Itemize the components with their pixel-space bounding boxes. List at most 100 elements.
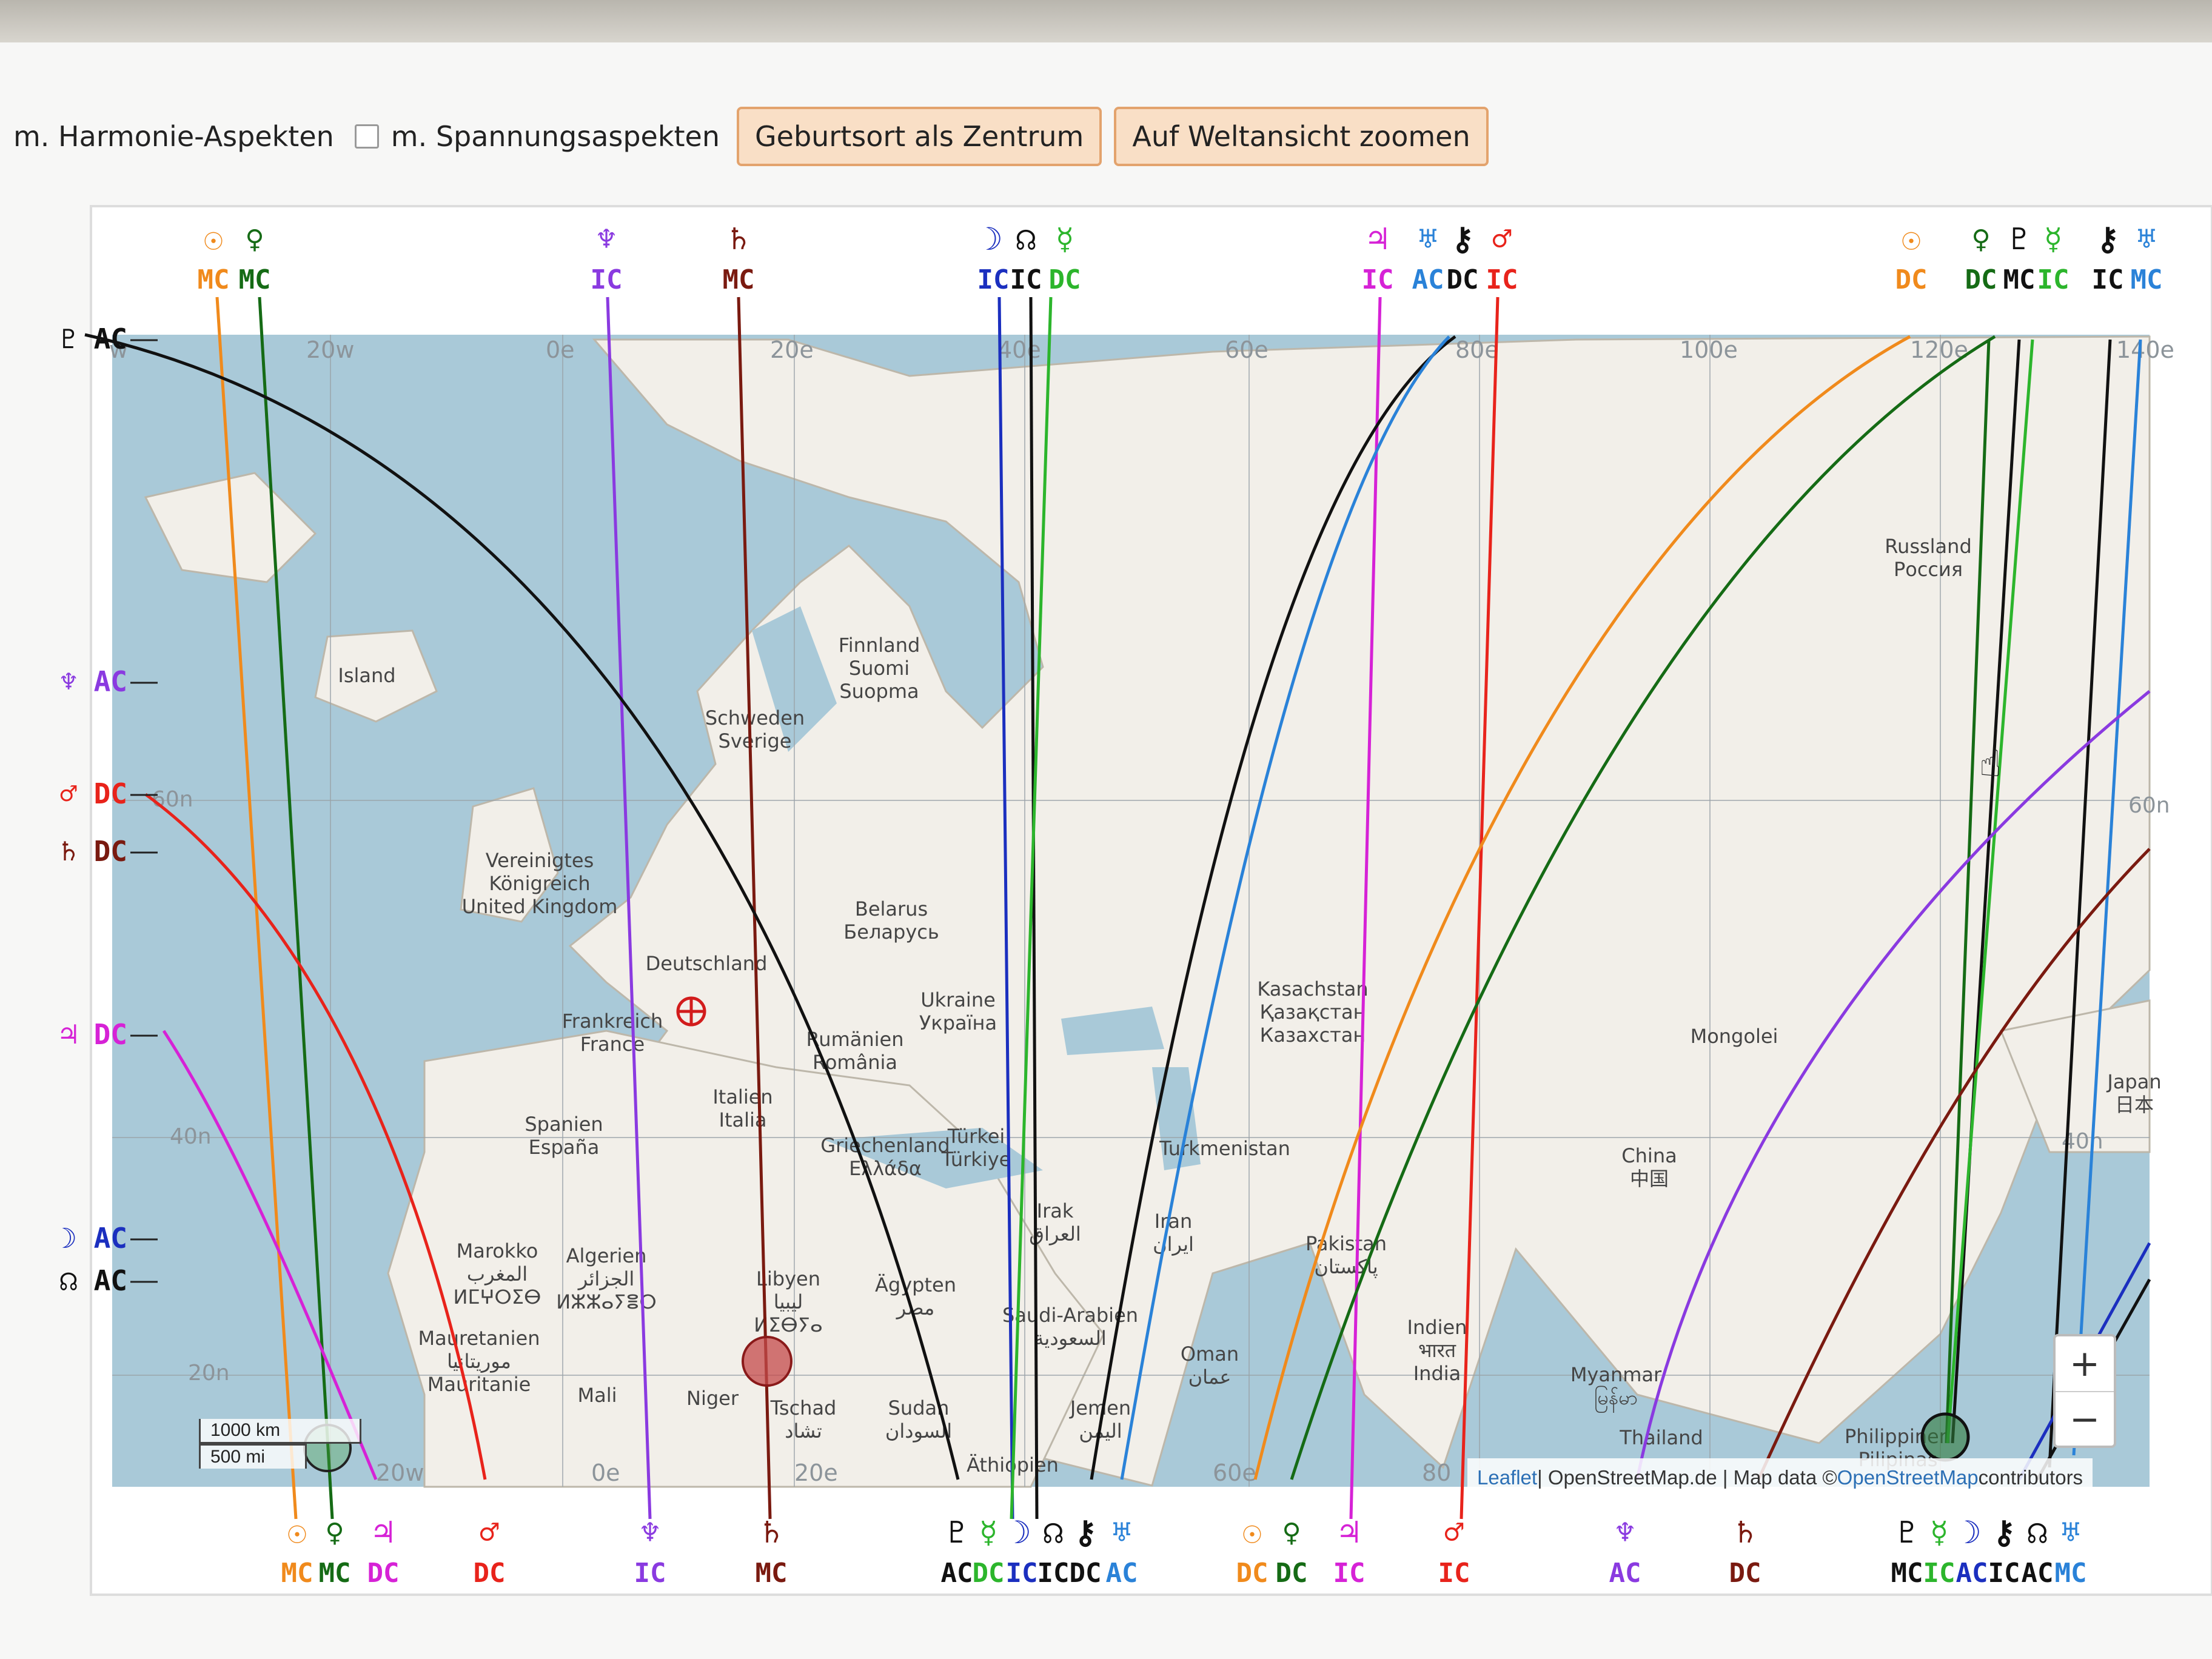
svg-text:MC: MC	[723, 264, 755, 295]
position-marker-red[interactable]	[742, 1336, 793, 1387]
zoom-in-button[interactable]: +	[2056, 1336, 2114, 1392]
hand-cursor-icon: ☝	[1979, 743, 2002, 785]
place-label: Schweden Sverige	[705, 706, 805, 752]
place-label: Ukraine Україна	[919, 988, 997, 1034]
longitude-label: 100e	[1680, 337, 1738, 363]
svg-text:MC: MC	[2003, 264, 2036, 295]
longitude-label: 60e	[1213, 1460, 1256, 1486]
longitude-label: 140e	[2116, 337, 2174, 363]
svg-text:DC: DC	[1070, 1558, 1102, 1589]
svg-text:MC: MC	[198, 264, 230, 295]
astro-map[interactable]: 60n40n20n60n40nw 20w 0e 20e 40e 60e 80e 100e 120…	[0, 0, 2212, 1659]
svg-text:DC: DC	[1965, 264, 1997, 295]
longitude-label: 0e	[591, 1460, 620, 1486]
svg-text:IC: IC	[1988, 1558, 2020, 1589]
place-label: Mali	[578, 1384, 617, 1407]
scale-mi: 500 mi	[199, 1444, 307, 1469]
svg-text:♄: ♄	[1735, 1515, 1754, 1551]
longitude-label: 80e	[1455, 337, 1499, 363]
longitude-label: 20e	[794, 1460, 838, 1486]
svg-text:AC: AC	[1609, 1558, 1641, 1589]
svg-text:♂: ♂	[1492, 221, 1511, 258]
svg-text:♀: ♀	[1971, 221, 1990, 258]
svg-text:⚷: ⚷	[1451, 221, 1474, 258]
svg-text:IC: IC	[1037, 1558, 1070, 1589]
latitude-label: 60n	[152, 787, 193, 812]
svg-text:♀: ♀	[325, 1515, 344, 1551]
attribution-tail: contributors	[1978, 1466, 2083, 1489]
moon-ac-label: ☽ AC	[60, 1222, 127, 1255]
svg-text:IC: IC	[977, 264, 1010, 295]
place-label: Italien Italia	[712, 1085, 773, 1131]
svg-text:MC: MC	[2131, 264, 2163, 295]
place-label: Oman عمان	[1181, 1342, 1239, 1389]
svg-text:♃: ♃	[374, 1515, 392, 1551]
svg-text:☊: ☊	[1044, 1515, 1063, 1551]
svg-text:☉: ☉	[1902, 221, 1920, 258]
svg-text:☉: ☉	[287, 1515, 306, 1551]
position-marker-green[interactable]	[1920, 1412, 1970, 1462]
svg-text:MC: MC	[281, 1558, 313, 1589]
svg-text:☿: ☿	[1929, 1515, 1948, 1551]
svg-text:DC: DC	[367, 1558, 400, 1589]
svg-text:♃: ♃	[1339, 1515, 1358, 1551]
svg-text:☽: ☽	[1012, 1515, 1031, 1551]
svg-text:☊: ☊	[2028, 1515, 2047, 1551]
svg-text:IC: IC	[1486, 264, 1518, 295]
svg-text:♅: ♅	[1112, 1515, 1131, 1551]
svg-text:♃ DC: ♃ DC	[60, 1018, 127, 1051]
longitude-label: 60e	[1225, 337, 1269, 363]
place-label: China 中国	[1621, 1144, 1677, 1190]
svg-text:AC: AC	[1412, 264, 1444, 295]
scale-km: 1000 km	[199, 1419, 361, 1444]
scale-bar: 1000 km 500 mi	[199, 1419, 361, 1469]
longitude-label: 20e	[770, 337, 814, 363]
svg-text:DC: DC	[1447, 264, 1479, 295]
svg-text:IC: IC	[1333, 1558, 1366, 1589]
svg-text:AC: AC	[1106, 1558, 1138, 1589]
zoom-out-button[interactable]: −	[2056, 1392, 2114, 1447]
svg-text:♇: ♇	[947, 1515, 966, 1551]
svg-text:♇: ♇	[1897, 1515, 1916, 1551]
svg-text:♆: ♆	[597, 221, 615, 258]
svg-text:IC: IC	[1006, 1558, 1038, 1589]
place-label: Rumänien România	[806, 1028, 904, 1074]
svg-text:☿: ☿	[979, 1515, 997, 1551]
svg-text:☽: ☽	[984, 221, 1002, 258]
place-label: Kasachstan Қазақстан Казахстан	[1257, 977, 1368, 1047]
svg-text:IC: IC	[2037, 264, 2070, 295]
osm-link[interactable]: OpenStreetMap	[1837, 1466, 1979, 1489]
svg-text:MC: MC	[319, 1558, 351, 1589]
attribution-text: | OpenStreetMap.de | Map data ©	[1537, 1466, 1837, 1489]
svg-text:☉: ☉	[204, 221, 223, 258]
longitude-label: 40e	[997, 337, 1041, 363]
svg-text:DC: DC	[1276, 1558, 1308, 1589]
place-label: Turkmenistan	[1159, 1137, 1290, 1160]
place-label: Russland Россия	[1885, 535, 1972, 581]
pluto-ac-label: ♇ AC	[60, 323, 127, 355]
node-ac-label: ☊ AC	[60, 1264, 127, 1297]
svg-text:♃: ♃	[1368, 221, 1387, 258]
svg-text:IC: IC	[1362, 264, 1394, 295]
place-label: Japan 日本	[2106, 1070, 2161, 1116]
latitude-label: 40n	[170, 1124, 212, 1149]
svg-text:♆ AC: ♆ AC	[60, 665, 127, 698]
mars-dc-label: ♂ DC	[60, 777, 127, 810]
longitude-label: 20w	[376, 1460, 424, 1486]
map-attribution: Leaflet | OpenStreetMap.de | Map data © …	[1467, 1458, 2093, 1497]
latitude-label: 60n	[2128, 793, 2170, 818]
saturn-dc-label: ♄ DC	[60, 835, 127, 868]
longitude-label: 80	[1422, 1460, 1451, 1486]
svg-text:☊: ☊	[1016, 221, 1036, 258]
svg-text:MC: MC	[756, 1558, 788, 1589]
svg-text:♇ AC: ♇ AC	[60, 323, 127, 355]
svg-text:DC: DC	[973, 1558, 1005, 1589]
leaflet-link[interactable]: Leaflet	[1477, 1466, 1537, 1489]
svg-text:IC: IC	[591, 264, 623, 295]
svg-text:☉: ☉	[1242, 1515, 1261, 1551]
svg-text:AC: AC	[941, 1558, 973, 1589]
svg-text:MC: MC	[239, 264, 271, 295]
svg-text:IC: IC	[634, 1558, 666, 1589]
svg-text:⚷: ⚷	[2096, 221, 2119, 258]
neptune-ac-label: ♆ AC	[60, 665, 127, 698]
